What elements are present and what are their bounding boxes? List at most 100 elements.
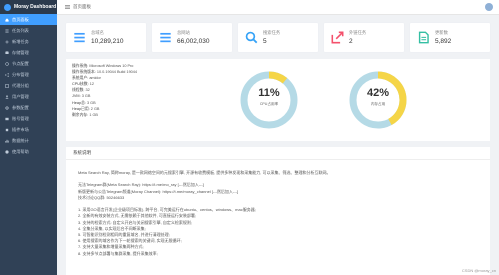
- system-info-row: 剩余内存: 1 GB: [72, 112, 98, 117]
- stat-value: 5,892: [435, 38, 452, 45]
- system-info-key: 线程数: [72, 88, 84, 93]
- app-window: Moray Dashboard 首页面板任务列表新增任务存储管理节点配置分布管理…: [0, 0, 499, 275]
- proxy-icon: [5, 83, 9, 88]
- stat-value: 10,289,210: [91, 38, 124, 45]
- brand[interactable]: Moray Dashboard: [0, 0, 57, 14]
- cpu-gauge: 11% CPU占用率: [239, 70, 299, 130]
- menu-toggle-icon[interactable]: [65, 5, 70, 9]
- topbar: 首页面板: [57, 0, 499, 15]
- gauge-track: [240, 71, 298, 129]
- avatar[interactable]: [485, 3, 493, 11]
- node-icon: [5, 61, 9, 66]
- system-info-key: 操作系统: [72, 64, 88, 68]
- sidebar-item-label: 新增任务: [12, 38, 29, 44]
- system-info-value: Microsoft Windows 10 Pro: [89, 64, 134, 68]
- sidebar-item-label: 插件市场: [12, 126, 29, 132]
- stat-label: 总域名: [91, 30, 104, 35]
- system-info-key: Heap已用: [72, 106, 89, 111]
- sidebar-item-proxy[interactable]: 代理分组: [0, 80, 57, 91]
- sidebar-item-help[interactable]: 使用帮助: [0, 146, 57, 157]
- sidebar-item-label: 账号管理: [12, 115, 29, 121]
- gear-icon: [5, 105, 9, 110]
- chart-icon: [5, 139, 9, 143]
- memory-gauge: 42% 内存占用: [348, 70, 408, 130]
- list-icon: [5, 29, 9, 33]
- search-icon: [244, 31, 259, 44]
- stats-row: 总域名 10,289,210 总网站 66,002,030 搜索任务 5 外链任务 2 更新数 5…: [66, 23, 490, 52]
- sidebar-item-share[interactable]: 分布管理: [0, 69, 57, 80]
- system-info-key: 操作系统版本: [72, 70, 95, 75]
- panel-title: 系统说明: [66, 147, 490, 160]
- description-line: 8. 支持多节点部署与集群采集, 提升采集效率;: [78, 250, 158, 256]
- stat-value: 66,002,030: [177, 38, 210, 45]
- system-info-key: 剩余内存: [72, 112, 88, 117]
- stat-label: 搜索任务: [263, 30, 281, 35]
- share-icon: [5, 72, 9, 77]
- app-logo-icon: [4, 3, 11, 11]
- stat-card[interactable]: 总域名 10,289,210: [66, 23, 146, 52]
- sidebar: Moray Dashboard 首页面板任务列表新增任务存储管理节点配置分布管理…: [0, 0, 57, 275]
- sidebar-item-label: 节点配置: [12, 60, 29, 66]
- sidebar-item-account[interactable]: 账号管理: [0, 113, 57, 124]
- sidebar-item-home[interactable]: 首页面板: [0, 14, 57, 25]
- user-icon: [5, 94, 9, 99]
- system-info-key: JVM: [72, 94, 80, 99]
- stat-label: 更新数: [435, 30, 448, 35]
- watermark: CSDN @moray_cn: [461, 268, 496, 273]
- system-info-key: 系统用户: [72, 76, 88, 81]
- sidebar-item-label: 用户管理: [12, 93, 29, 99]
- stat-value: 2: [349, 38, 353, 45]
- sidebar-nav: 首页面板任务列表新增任务存储管理节点配置分布管理代理分组用户管理参数配置账号管理…: [0, 14, 57, 157]
- system-description-panel: 系统说明 Meta Search Ray, 简称moray, 是一款网络空间的元…: [66, 147, 490, 275]
- list-icon: [158, 31, 173, 44]
- memory-gauge-label: 内存占用: [370, 102, 386, 106]
- system-info-value: 3 GB: [81, 94, 91, 99]
- stat-card[interactable]: 外链任务 2: [324, 23, 404, 52]
- stat-card[interactable]: 更新数 5,892: [410, 23, 490, 52]
- system-info-value: 10.0.19044 Build 19044: [96, 70, 138, 75]
- cpu-gauge-value: 11%: [258, 87, 280, 99]
- sidebar-item-label: 存储管理: [12, 49, 29, 55]
- plus-icon: [5, 39, 9, 44]
- sidebar-item-chart[interactable]: 数据统计: [0, 135, 57, 146]
- system-info-key: CPU核数: [72, 82, 88, 87]
- system-info-panel: 操作系统: Microsoft Windows 10 Pro 操作系统版本: 10…: [66, 59, 490, 141]
- sidebar-item-label: 首页面板: [12, 16, 29, 22]
- system-info-value: 12: [89, 82, 94, 87]
- app-name: Moray Dashboard: [14, 4, 57, 10]
- sidebar-item-node[interactable]: 节点配置: [0, 58, 57, 69]
- account-icon: [5, 117, 9, 121]
- cpu-gauge-label: CPU占用率: [259, 102, 279, 106]
- sidebar-item-user[interactable]: 用户管理: [0, 91, 57, 102]
- stat-label: 外链任务: [349, 30, 367, 35]
- document-icon: [416, 31, 431, 44]
- sidebar-item-plus[interactable]: 新增任务: [0, 36, 57, 47]
- system-info-value: 2 GB: [90, 106, 100, 111]
- database-icon: [5, 50, 9, 55]
- sidebar-item-label: 使用帮助: [12, 148, 29, 154]
- memory-gauge-value: 42%: [366, 87, 390, 99]
- stat-value: 5: [263, 38, 267, 45]
- main-area: 首页面板 总域名 10,289,210 总网站 66,002,030 搜索任务 5 外链任务…: [57, 0, 499, 275]
- stat-label: 总网站: [177, 30, 190, 35]
- list-icon: [72, 31, 87, 44]
- system-description-body: Meta Search Ray, 简称moray, 是一款网络空间的元搜索引擎,…: [66, 160, 490, 257]
- stat-card[interactable]: 总网站 66,002,030: [152, 23, 232, 52]
- sidebar-item-plugin[interactable]: 插件市场: [0, 124, 57, 135]
- system-info-value: 3 GB: [87, 100, 96, 105]
- stat-card[interactable]: 搜索任务 5: [238, 23, 318, 52]
- sidebar-item-list[interactable]: 任务列表: [0, 25, 57, 36]
- breadcrumb[interactable]: 首页面板: [73, 4, 91, 10]
- plugin-icon: [5, 128, 9, 132]
- sidebar-item-gear[interactable]: 参数配置: [0, 102, 57, 113]
- sidebar-item-label: 代理分组: [12, 82, 29, 88]
- sidebar-item-label: 任务列表: [12, 27, 29, 33]
- sidebar-item-database[interactable]: 存储管理: [0, 47, 57, 58]
- home-icon: [5, 17, 9, 22]
- sidebar-item-label: 数据统计: [12, 137, 29, 143]
- system-info-key: Heap总: [72, 100, 85, 105]
- system-info-value: 32: [85, 88, 90, 93]
- external-link-icon: [330, 31, 345, 44]
- system-info-value: amidor: [89, 76, 101, 81]
- system-info-value: 1 GB: [89, 112, 98, 117]
